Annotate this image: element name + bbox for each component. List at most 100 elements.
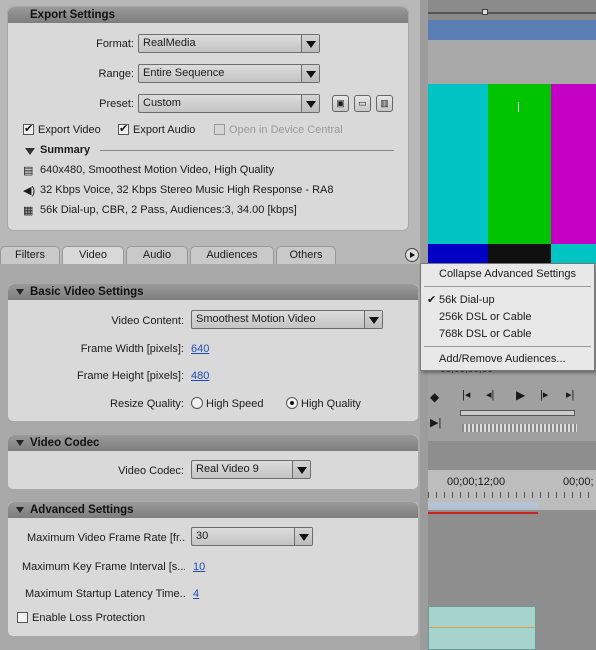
high-speed-label: High Speed [206, 398, 264, 410]
export-settings-panel: Export Settings Format: RealMedia Range:… [7, 6, 409, 231]
basic-video-panel: Basic Video Settings Video Content: Smoo… [7, 283, 419, 422]
save-preset-button[interactable]: ▣ [332, 95, 349, 112]
play-icon[interactable]: ▶ [516, 388, 525, 402]
summary-audio-text: 32 Kbps Voice, 32 Kbps Stereo Music High… [40, 184, 334, 196]
preview-bluebar [428, 20, 596, 40]
collapse-triangle-icon [16, 507, 24, 513]
bar-magenta [551, 84, 596, 244]
loss-protection-label: Enable Loss Protection [32, 612, 146, 624]
marker-icon[interactable]: ◆ [430, 390, 439, 404]
speaker-icon: ◀) [23, 185, 36, 197]
color-bars [428, 84, 596, 264]
export-settings-header[interactable]: Export Settings [8, 7, 408, 23]
bar-cyan-bottom [551, 244, 596, 264]
collapse-triangle-icon [16, 289, 24, 295]
chevron-down-icon [301, 95, 319, 112]
range-select[interactable]: Entire Sequence [138, 64, 320, 83]
save-icon: ▣ [336, 98, 345, 108]
bar-blue [428, 244, 488, 264]
tab-video[interactable]: Video [62, 246, 124, 264]
basic-video-title: Basic Video Settings [30, 286, 144, 298]
menu-separator [424, 346, 591, 347]
tab-others[interactable]: Others [276, 246, 336, 264]
tab-audiences[interactable]: Audiences [190, 246, 274, 264]
keyframe-label: Maximum Key Frame Interval [s... [22, 561, 185, 573]
loss-protection-checkbox[interactable] [17, 612, 28, 623]
export-video-checkbox[interactable] [23, 122, 34, 135]
delete-preset-button[interactable]: ▥ [376, 95, 393, 112]
menu-add-remove-audiences[interactable]: Add/Remove Audiences... [439, 353, 566, 365]
menu-256k-dsl[interactable]: 256k DSL or Cable [439, 311, 532, 323]
tab-filters[interactable]: Filters [0, 246, 60, 264]
bar-cyan [428, 84, 488, 244]
panel-menu-button[interactable] [405, 248, 419, 262]
summary-divider [100, 150, 394, 151]
video-codec-header[interactable]: Video Codec [8, 435, 418, 451]
export-settings-title: Export Settings [30, 9, 115, 21]
menu-separator [424, 286, 591, 287]
frame-width-value[interactable]: 640 [191, 343, 209, 355]
preview-slider-track[interactable] [428, 12, 596, 14]
tab-video-label: Video [79, 249, 107, 261]
chevron-down-icon [292, 461, 310, 478]
advanced-settings-title: Advanced Settings [30, 504, 134, 516]
tab-audio-label: Audio [142, 249, 172, 261]
open-device-central-checkbox[interactable] [214, 124, 225, 135]
work-area-bar[interactable] [428, 502, 538, 508]
tab-others-label: Others [289, 249, 323, 261]
format-select[interactable]: RealMedia [138, 34, 320, 53]
preset-label: Preset: [99, 98, 134, 110]
high-quality-radio[interactable] [286, 397, 298, 409]
video-codec-select[interactable]: Real Video 9 [191, 460, 311, 479]
audiences-menu: Collapse Advanced Settings ✔ 56k Dial-up… [420, 263, 595, 371]
frame-back-icon[interactable]: ◂| [486, 388, 494, 401]
menu-768k-dsl[interactable]: 768k DSL or Cable [439, 328, 532, 340]
step-back-icon[interactable]: |◂ [462, 388, 470, 401]
resize-quality-label: Resize Quality: [110, 398, 184, 410]
crosshair-icon [518, 102, 519, 112]
shuttle-slider[interactable] [460, 410, 575, 416]
render-bar [428, 512, 538, 514]
menu-56k-dialup[interactable]: 56k Dial-up [439, 294, 495, 306]
frame-forward-icon[interactable]: |▸ [540, 388, 548, 401]
range-value: Entire Sequence [143, 67, 225, 79]
keyframe-value[interactable]: 10 [193, 561, 205, 573]
timeline-tc-2: 00;00; [563, 476, 594, 488]
import-preset-button[interactable]: ▭ [354, 95, 371, 112]
frame-height-value[interactable]: 480 [191, 370, 209, 382]
preview-slider-handle[interactable] [482, 9, 488, 15]
timeline-clip[interactable] [428, 606, 536, 650]
advanced-settings-header[interactable]: Advanced Settings [8, 502, 418, 518]
video-codec-value: Real Video 9 [196, 463, 259, 475]
export-arrow-icon[interactable]: ▶| [430, 416, 441, 429]
network-icon: ▦ [23, 205, 34, 217]
preset-value: Custom [143, 97, 181, 109]
video-content-label: Video Content: [111, 315, 184, 327]
tab-audiences-label: Audiences [206, 249, 258, 261]
tab-filters-label: Filters [15, 249, 45, 261]
jog-wheel[interactable] [462, 424, 577, 432]
video-content-select[interactable]: Smoothest Motion Video [191, 310, 383, 329]
advanced-settings-panel: Advanced Settings Maximum Video Frame Ra… [7, 501, 419, 637]
chevron-down-icon [301, 35, 319, 52]
bar-green [488, 84, 551, 244]
check-icon: ✔ [427, 294, 437, 306]
tab-audio[interactable]: Audio [126, 246, 188, 264]
step-forward-icon[interactable]: ▸| [566, 388, 574, 401]
range-label: Range: [98, 68, 134, 80]
latency-value[interactable]: 4 [193, 588, 199, 600]
film-icon: ▤ [23, 165, 34, 177]
latency-label: Maximum Startup Latency Time... [25, 588, 185, 600]
max-fps-select[interactable]: 30 [191, 527, 313, 546]
frame-height-label: Frame Height [pixels]: [77, 370, 184, 382]
menu-collapse-advanced[interactable]: Collapse Advanced Settings [439, 268, 576, 280]
format-label: Format: [96, 38, 134, 50]
high-speed-radio[interactable] [191, 397, 203, 409]
basic-video-header[interactable]: Basic Video Settings [8, 284, 418, 300]
bar-black [488, 244, 551, 264]
summary-collapse-icon[interactable] [25, 148, 35, 155]
timeline-ruler[interactable] [428, 492, 596, 498]
preset-select[interactable]: Custom [138, 94, 320, 113]
export-audio-checkbox[interactable] [118, 122, 129, 135]
timeline-tc-1: 00;00;12;00 [447, 476, 506, 488]
